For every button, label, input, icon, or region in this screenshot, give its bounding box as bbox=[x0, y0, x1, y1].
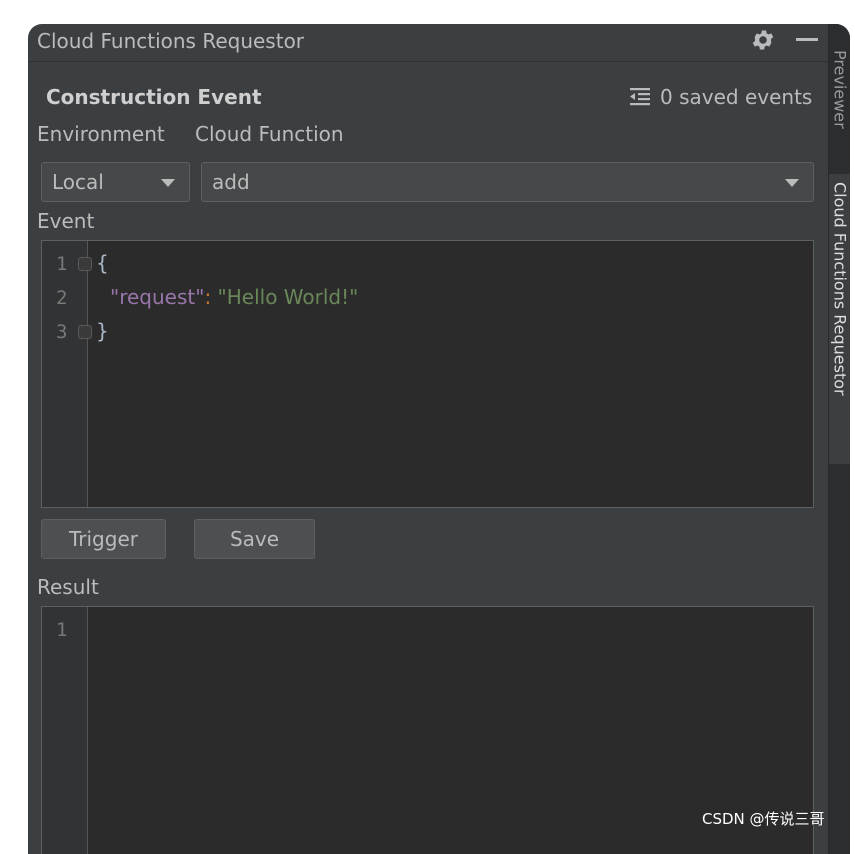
event-editor-gutter: 1 2 3 bbox=[42, 241, 92, 507]
chevron-down-icon bbox=[785, 179, 799, 187]
saved-events-link[interactable]: 0 saved events bbox=[628, 85, 812, 109]
window-title: Cloud Functions Requestor bbox=[37, 29, 305, 53]
result-label: Result bbox=[37, 575, 99, 599]
result-editor[interactable]: 1 bbox=[41, 606, 814, 854]
side-tab-cloud-functions-requestor[interactable]: Cloud Functions Requestor bbox=[829, 174, 850, 464]
environment-label: Environment bbox=[37, 122, 165, 146]
code-line-request: "request": "Hello World!" bbox=[110, 285, 358, 309]
side-tab-label: Previewer bbox=[830, 50, 850, 129]
minimize-icon[interactable] bbox=[796, 38, 818, 41]
json-key: "request" bbox=[110, 285, 205, 309]
list-indent-icon bbox=[630, 88, 650, 106]
event-label: Event bbox=[37, 209, 95, 233]
cloud-function-label: Cloud Function bbox=[195, 122, 344, 146]
cloud-function-value: add bbox=[212, 170, 250, 194]
result-editor-gutter: 1 bbox=[42, 607, 88, 854]
title-bar: Cloud Functions Requestor bbox=[28, 24, 828, 62]
gear-icon[interactable] bbox=[750, 27, 776, 53]
side-tab-label: Cloud Functions Requestor bbox=[830, 182, 850, 396]
watermark: CSDN @传说三哥 bbox=[702, 810, 825, 828]
environment-select[interactable]: Local bbox=[41, 162, 190, 202]
saved-events-label: 0 saved events bbox=[660, 85, 813, 109]
line-number: 2 bbox=[56, 287, 68, 309]
line-number: 1 bbox=[56, 253, 68, 275]
json-colon: : bbox=[204, 285, 212, 309]
side-tool-strip: Previewer Cloud Functions Requestor bbox=[828, 24, 850, 854]
line-number: 3 bbox=[56, 321, 68, 343]
cloud-function-select[interactable]: add bbox=[201, 162, 814, 202]
fold-marker-icon[interactable] bbox=[78, 325, 92, 339]
code-open-brace: { bbox=[96, 251, 109, 275]
section-title: Construction Event bbox=[46, 85, 262, 109]
trigger-button[interactable]: Trigger bbox=[41, 519, 166, 559]
fold-marker-icon[interactable] bbox=[78, 257, 92, 271]
save-button[interactable]: Save bbox=[194, 519, 315, 559]
json-string-value: "Hello World!" bbox=[217, 285, 359, 309]
side-tab-previewer[interactable]: Previewer bbox=[829, 42, 850, 162]
chevron-down-icon bbox=[161, 179, 175, 187]
code-close-brace: } bbox=[96, 319, 109, 343]
environment-value: Local bbox=[52, 170, 104, 194]
line-number: 1 bbox=[56, 619, 68, 641]
event-editor[interactable]: 1 2 3 { "request": "Hello World!" } bbox=[41, 240, 814, 508]
tool-window: Cloud Functions Requestor Previewer Clou… bbox=[28, 24, 850, 854]
